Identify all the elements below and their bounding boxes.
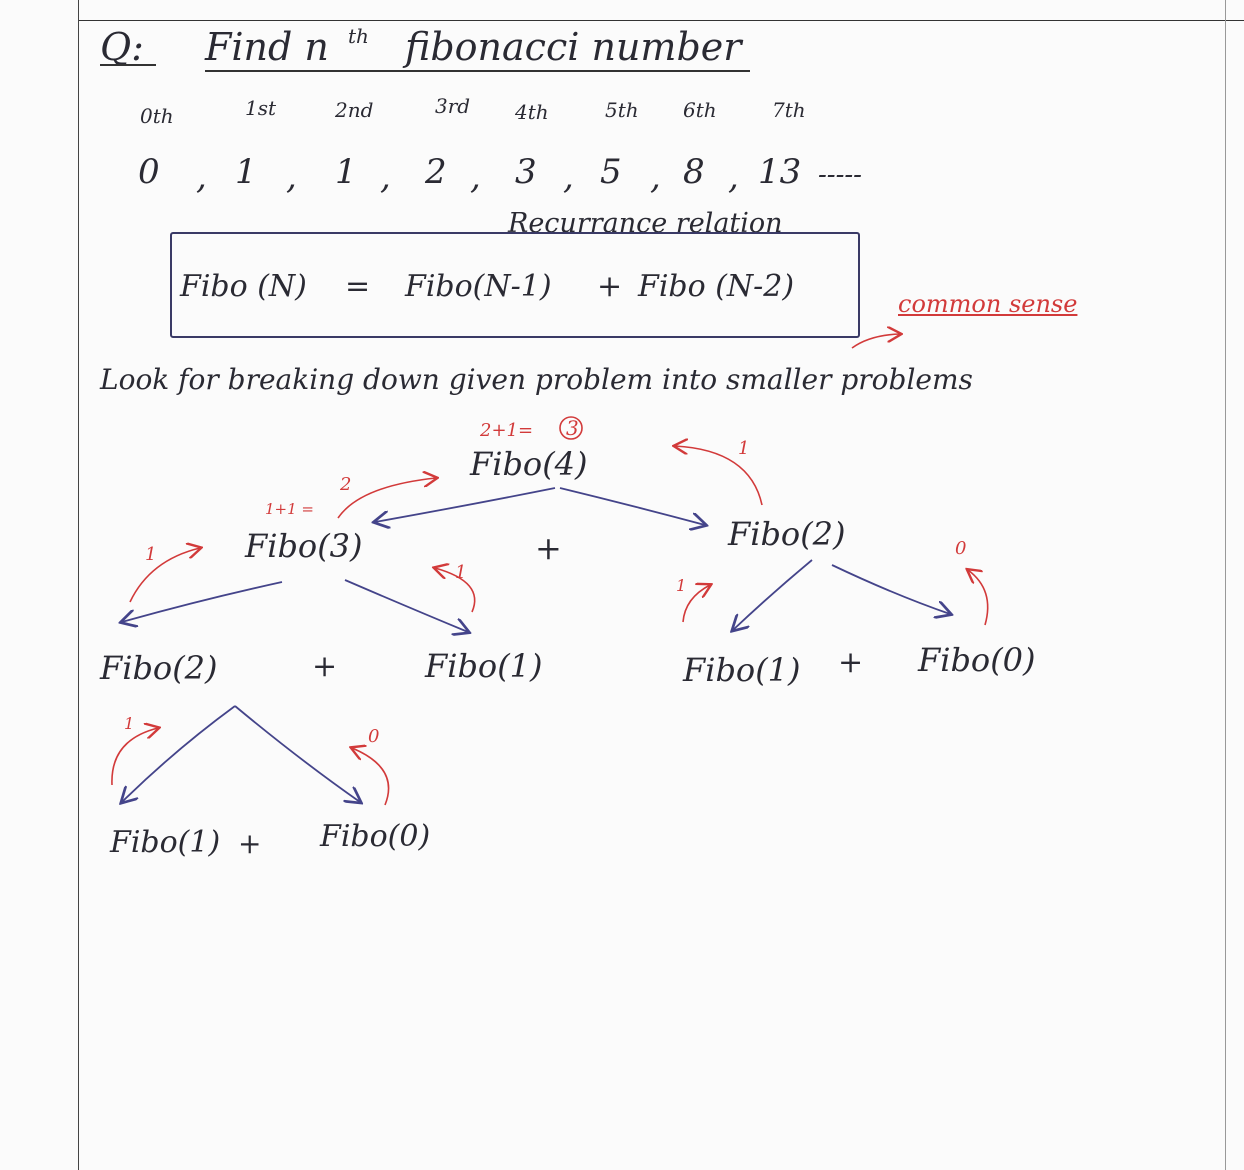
edge-root-to-fibo3 [375,487,556,522]
edge-fibo3-to-fibo2 [122,581,283,622]
edge-fibo2-to-fibo0 [234,705,360,802]
return-arrow-fibo2b-to-root [675,446,763,506]
return-arrow-fibo1-to-fibo2 [111,728,158,786]
return-arrow-fibo0-to-fibo2b [968,570,989,626]
edge-fibo2-to-fibo1 [122,705,236,802]
return-arrow-fibo3-to-root [337,478,436,519]
notebook-page: Q: Find n th fibonacci number 0th 1st 2n… [0,0,1244,1170]
tree-arrows [111,0,989,806]
return-arrow-fibo1-to-fibo2b [682,585,710,623]
edge-fibo2b-to-fibo1 [733,559,813,630]
return-arrow-fibo2-to-fibo3 [129,548,200,603]
return-arrow-fibo0-to-fibo2 [352,748,390,806]
edge-fibo3-to-fibo1 [344,579,468,632]
common-sense-arrow [851,334,900,349]
return-arrow-fibo1-to-fibo3 [435,568,476,613]
edge-root-to-fibo2 [559,487,705,525]
root-result-circle [559,416,583,440]
edge-fibo2b-to-fibo0 [831,564,950,614]
